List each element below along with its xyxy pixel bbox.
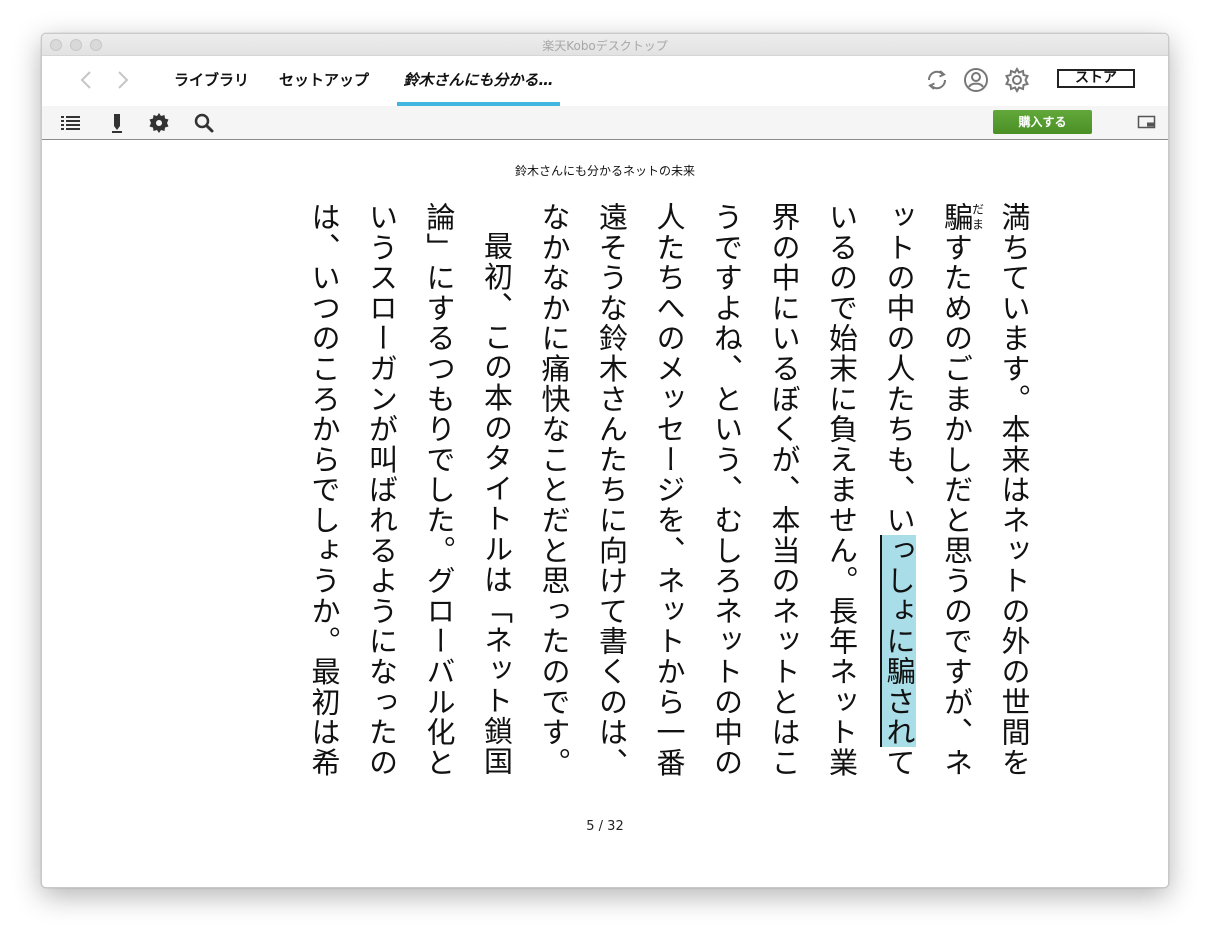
tab-current-book[interactable]: 鈴木さんにも分かる… xyxy=(397,56,560,106)
gear-icon xyxy=(149,113,169,133)
layout-icon xyxy=(1137,115,1156,129)
tab-library[interactable]: ライブラリ xyxy=(174,56,249,106)
paragraph: 最初、この本のタイトルは「ネット鎖国論」にするつもりでした。グローバル化というス… xyxy=(295,202,525,792)
ruby-reading: だま xyxy=(970,202,985,233)
paragraph: 満ちています。本来はネットの外の世間を騙だますためのごまかしだと思うのですが、ネ… xyxy=(525,202,1043,792)
window-title: 楽天Koboデスクトップ xyxy=(542,39,668,53)
app-window: 楽天Koboデスクトップ ライブラリ セットアップ 鈴木さんにも分かる… ストア… xyxy=(41,33,1169,888)
account-icon xyxy=(964,68,988,92)
title-bar[interactable]: 楽天Koboデスクトップ xyxy=(42,34,1168,56)
forward-button[interactable] xyxy=(111,68,133,92)
sync-button[interactable] xyxy=(924,67,950,93)
buy-button[interactable]: 購入する xyxy=(993,110,1092,134)
text-run: 満ちています。本来はネットの外の世間を xyxy=(997,202,1031,778)
reader-pane[interactable]: 鈴木さんにも分かるネットの未来 満ちています。本来はネットの外の世間を騙だますた… xyxy=(42,140,1168,887)
sync-icon xyxy=(927,70,947,90)
reader-toolbar: 購入する xyxy=(42,106,1168,140)
book-title-header: 鈴木さんにも分かるネットの未来 xyxy=(514,164,695,178)
annotations-button[interactable] xyxy=(106,112,128,134)
pen-icon xyxy=(112,114,122,133)
settings-button[interactable] xyxy=(1003,66,1031,94)
chevron-right-icon xyxy=(118,71,129,89)
tab-current-book-label: 鈴木さんにも分かる… xyxy=(403,71,554,89)
ruby-annotation: 騙だま xyxy=(939,202,985,233)
page-indicator: 5 / 32 xyxy=(586,819,624,834)
account-button[interactable] xyxy=(963,67,989,93)
text-run: ているので始末に負えません。長年ネット業界の中にいるぼくが、本当のネットとはこう… xyxy=(537,202,916,778)
book-text[interactable]: 満ちています。本来はネットの外の世間を騙だますためのごまかしだと思うのですが、ネ… xyxy=(182,202,1042,792)
store-button[interactable]: ストア xyxy=(1057,69,1135,88)
search-button[interactable] xyxy=(193,112,215,134)
toc-list-icon xyxy=(61,116,80,130)
reading-settings-button[interactable] xyxy=(148,112,170,134)
gear-icon xyxy=(1005,66,1029,94)
text-run: 最初、この本のタイトルは「ネット鎖国論」にするつもりでした。グローバル化というス… xyxy=(307,202,514,778)
ruby-base: 騙 xyxy=(939,202,974,233)
highlighted-text[interactable]: っしょに騙され xyxy=(880,535,916,748)
chevron-left-icon xyxy=(80,71,91,89)
tab-setup[interactable]: セットアップ xyxy=(279,56,369,106)
table-of-contents-button[interactable] xyxy=(60,112,82,134)
back-button[interactable] xyxy=(76,68,98,92)
search-icon xyxy=(194,113,214,133)
top-nav: ライブラリ セットアップ 鈴木さんにも分かる… ストア xyxy=(42,56,1168,106)
page-layout-button[interactable] xyxy=(1137,114,1157,130)
